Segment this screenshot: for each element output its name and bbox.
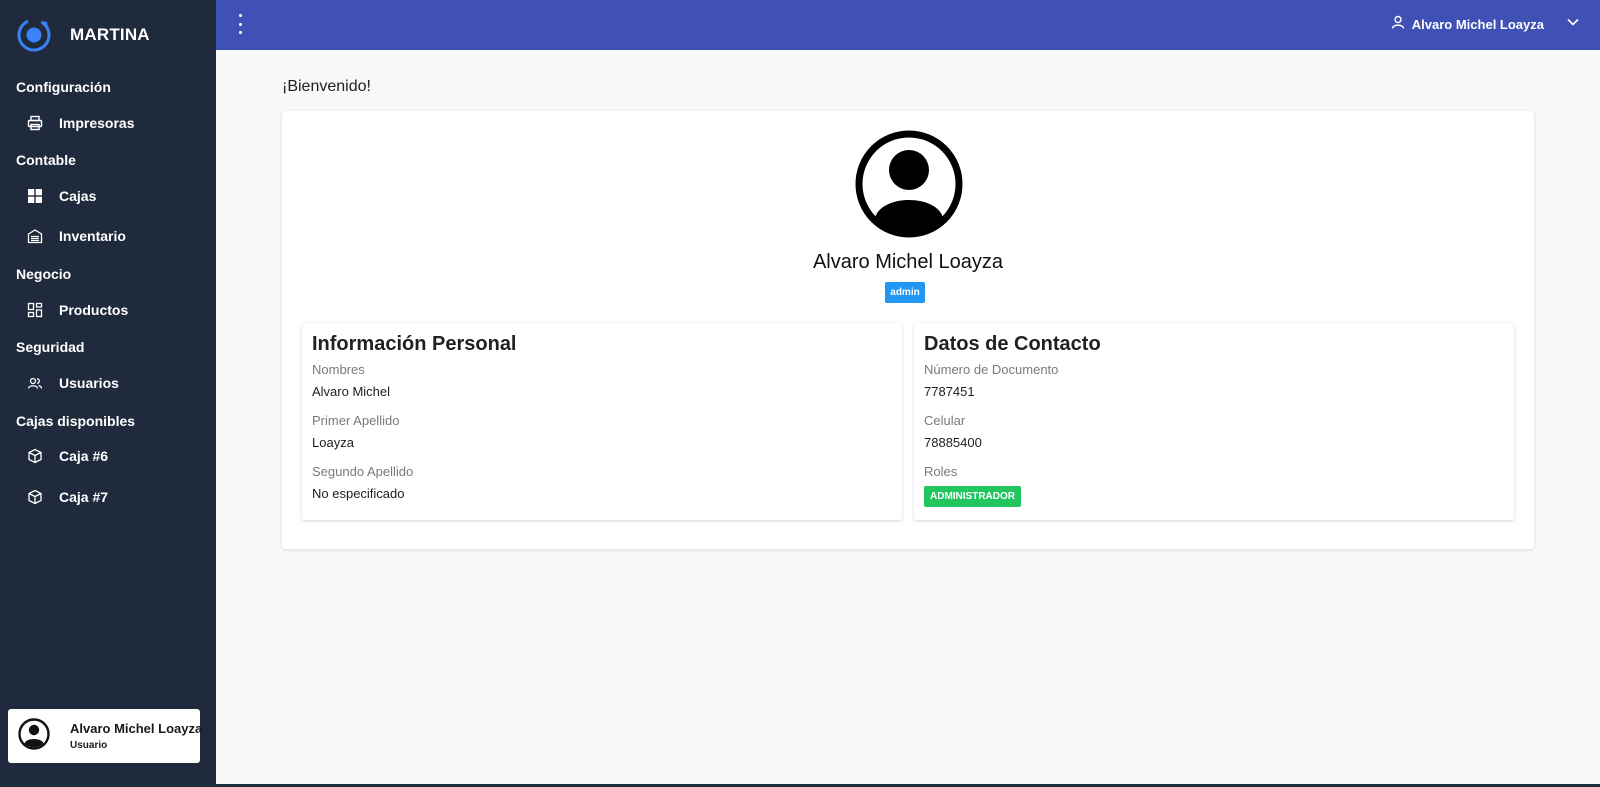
- nav-section-configuracion: Configuración: [16, 79, 111, 95]
- sidebar-item-label: Inventario: [59, 228, 126, 244]
- field-label-nombres: Nombres: [312, 362, 365, 377]
- nav-section-seguridad: Seguridad: [16, 339, 85, 355]
- sidebar-user-card[interactable]: Alvaro Michel Loayza Usuario: [8, 709, 203, 763]
- personal-info-card: Información Personal Nombres Alvaro Mich…: [302, 323, 902, 520]
- user-menu-button[interactable]: Alvaro Michel Loayza: [1390, 0, 1580, 48]
- personal-info-title: Información Personal: [312, 333, 517, 355]
- profile-name: Alvaro Michel Loayza: [812, 251, 1004, 273]
- printer-icon: [26, 114, 44, 132]
- sidebar: MARTINA Configuración Impresoras Contabl…: [0, 0, 216, 787]
- sidebar-item-label: Productos: [59, 302, 129, 318]
- warehouse-icon: [26, 227, 44, 245]
- contact-info-card: Datos de Contacto Número de Documento 77…: [914, 323, 1514, 520]
- field-label-roles: Roles: [924, 464, 958, 479]
- field-value-primer-apellido: Loayza: [312, 435, 354, 450]
- sidebar-item-impresoras[interactable]: Impresoras: [0, 105, 216, 141]
- sidebar-item-label: Cajas: [59, 188, 97, 204]
- profile-avatar: [855, 130, 963, 238]
- sidebar-user-role: Usuario: [70, 740, 108, 751]
- field-value-documento: 7787451: [924, 384, 975, 399]
- profile-card: Alvaro Michel Loayza admin Información P…: [282, 111, 1534, 549]
- grid-icon: [26, 187, 44, 205]
- field-label-documento: Número de Documento: [924, 362, 1059, 377]
- sidebar-item-usuarios[interactable]: Usuarios: [0, 365, 216, 401]
- users-icon: [26, 374, 44, 392]
- app-logo-icon: [16, 17, 52, 53]
- sidebar-item-cajas[interactable]: Cajas: [0, 178, 216, 214]
- topbar-user-name: Alvaro Michel Loayza: [1411, 16, 1544, 32]
- contact-info-title: Datos de Contacto: [924, 333, 1101, 355]
- sidebar-item-caja-7[interactable]: Caja #7: [0, 479, 216, 515]
- page-title: ¡Bienvenido!: [282, 78, 371, 95]
- sidebar-user-name: Alvaro Michel Loayza: [70, 721, 203, 736]
- sidebar-item-label: Impresoras: [59, 115, 135, 131]
- sidebar-item-inventario[interactable]: Inventario: [0, 218, 216, 254]
- dashboard-icon: [26, 301, 44, 319]
- app-title: MARTINA: [70, 25, 150, 44]
- sidebar-item-label: Caja #7: [59, 489, 109, 505]
- box-icon: [26, 488, 44, 506]
- field-value-celular: 78885400: [924, 435, 982, 450]
- person-icon: [1390, 14, 1406, 35]
- nav-section-negocio: Negocio: [16, 266, 72, 282]
- sidebar-item-productos[interactable]: Productos: [0, 292, 216, 328]
- box-icon: [26, 447, 44, 465]
- topbar: Alvaro Michel Loayza: [216, 0, 1600, 50]
- sidebar-item-caja-6[interactable]: Caja #6: [0, 438, 216, 474]
- chevron-down-icon: [1566, 15, 1580, 34]
- avatar: [18, 717, 50, 755]
- field-value-nombres: Alvaro Michel: [312, 384, 391, 399]
- sidebar-item-label: Usuarios: [59, 375, 119, 391]
- role-badge: admin: [885, 282, 925, 303]
- more-menu-icon[interactable]: [236, 14, 244, 34]
- nav-section-contable: Contable: [16, 152, 76, 168]
- field-label-celular: Celular: [924, 413, 966, 428]
- field-label-primer-apellido: Primer Apellido: [312, 413, 400, 428]
- sidebar-item-label: Caja #6: [59, 448, 109, 464]
- brand[interactable]: MARTINA: [16, 16, 150, 54]
- field-value-segundo-apellido: No especificado: [312, 486, 405, 501]
- field-label-segundo-apellido: Segundo Apellido: [312, 464, 414, 479]
- nav-section-cajas-disponibles: Cajas disponibles: [16, 413, 136, 429]
- roles-badge: ADMINISTRADOR: [924, 486, 1021, 507]
